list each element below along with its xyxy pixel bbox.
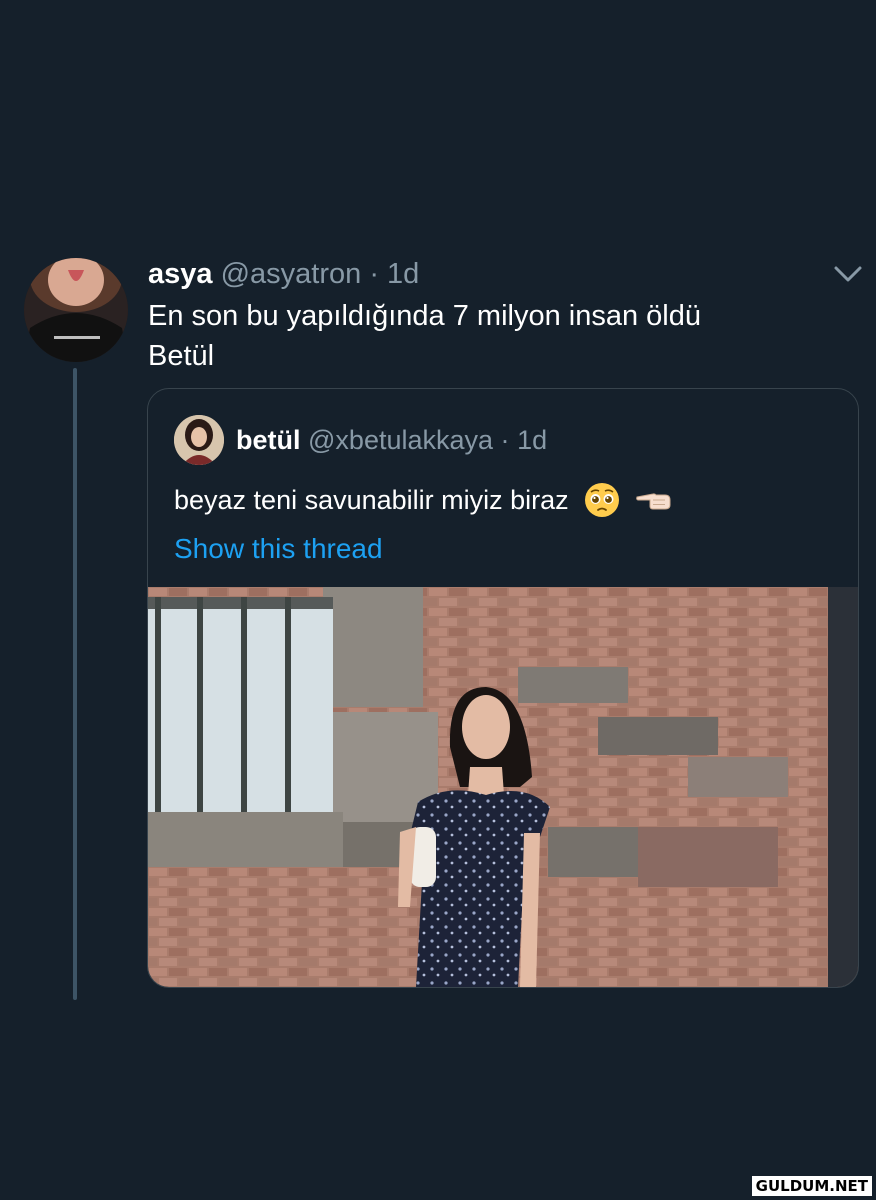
tweet-text: En son bu yapıldığında 7 milyon insan öl…: [148, 296, 848, 376]
quoted-author-avatar[interactable]: [174, 415, 224, 465]
pointing-left-emoji: [635, 493, 671, 510]
author-handle[interactable]: @asyatron: [221, 258, 362, 290]
quoted-profile-photo: [174, 415, 224, 465]
quoted-text-content: beyaz teni savunabilir miyiz biraz: [174, 485, 569, 515]
tweet-timestamp[interactable]: 1d: [387, 258, 419, 290]
tweet-header: asya @asyatron · 1d: [148, 256, 419, 292]
photo-woman-brick-wall: [148, 587, 858, 987]
quoted-handle[interactable]: @xbetulakkaya: [308, 425, 493, 455]
quoted-tweet-text: beyaz teni savunabilir miyiz biraz: [174, 481, 673, 519]
author-avatar[interactable]: [24, 258, 128, 362]
quoted-tweet-photo[interactable]: [148, 587, 858, 987]
author-display-name[interactable]: asya: [148, 258, 213, 290]
quoted-separator: ·: [500, 425, 510, 455]
tweet-text-line: Betül: [148, 340, 215, 372]
thread-connector-line: [73, 368, 77, 1000]
quoted-tweet-header: betül @xbetulakkaya · 1d: [236, 423, 547, 457]
quoted-tweet-card[interactable]: betül @xbetulakkaya · 1d beyaz teni savu…: [147, 388, 859, 988]
site-watermark: GULDUM.NET: [751, 1176, 872, 1196]
tweet-text-line: En son bu yapıldığında 7 milyon insan öl…: [148, 300, 701, 332]
chevron-down-icon[interactable]: [830, 258, 866, 288]
quoted-display-name[interactable]: betül: [236, 425, 301, 455]
quoted-timestamp[interactable]: 1d: [517, 425, 547, 455]
show-thread-link[interactable]: Show this thread: [174, 531, 383, 567]
pleading-face-emoji: [584, 483, 619, 517]
header-separator: ·: [369, 258, 379, 290]
profile-photo: [24, 258, 128, 362]
